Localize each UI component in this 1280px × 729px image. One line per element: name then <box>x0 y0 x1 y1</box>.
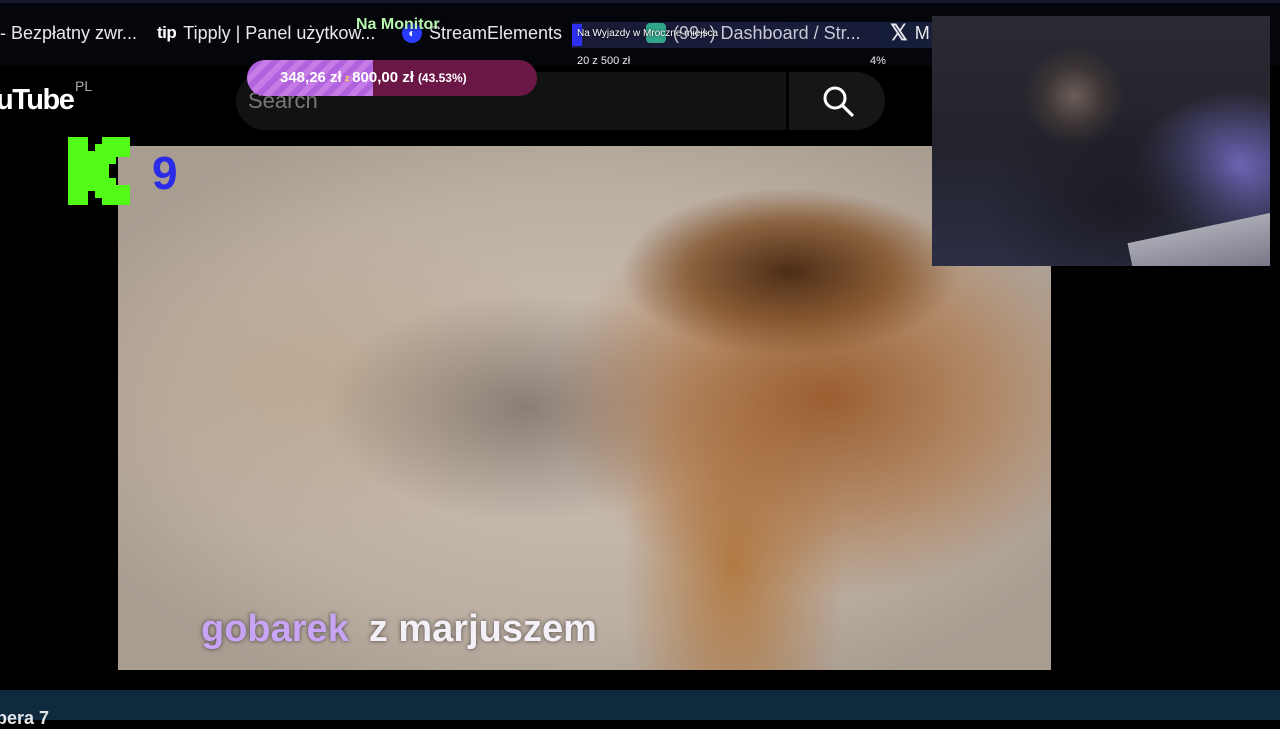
chat-caption: gobarek z marjuszem <box>201 608 597 651</box>
tab-bezplatny[interactable]: - Bezpłatny zwr... <box>0 20 137 46</box>
tab-tipply[interactable]: tip Tipply | Panel użytkow... <box>157 20 375 46</box>
x-logo-icon: 𝕏 <box>890 20 908 45</box>
tab-x[interactable]: 𝕏 M <box>890 20 930 46</box>
donation-target: 800,00 zł <box>352 69 414 86</box>
tab-label: M <box>914 22 930 43</box>
search-icon <box>823 86 854 117</box>
viewer-count: 9 <box>152 147 178 199</box>
webcam-desk <box>1127 210 1270 266</box>
tab-label: StreamElements <box>429 22 563 43</box>
chat-message: z marjuszem <box>368 608 597 650</box>
youtube-logo[interactable]: uTube <box>0 84 75 117</box>
youtube-region-label: PL <box>75 78 93 94</box>
bottom-panel-text: bera 7 <box>0 708 50 728</box>
trip-goal-title: Na Wyjazdy w Mroczne miejsca <box>577 28 719 39</box>
bottom-panel <box>0 690 1280 720</box>
video-player[interactable] <box>118 146 1051 670</box>
tipply-icon: tip <box>157 23 177 42</box>
search-button[interactable] <box>789 72 885 130</box>
donation-percent: (43.53%) <box>417 71 467 85</box>
chat-username: gobarek <box>201 608 349 650</box>
trip-goal-percent: 4% <box>870 55 886 67</box>
donation-goal-text: 348,26 zł z 800,00 zł (43.53%) <box>280 69 467 86</box>
trip-goal-progress: 20 z 500 zł <box>577 55 631 67</box>
donation-current: 348,26 zł <box>280 69 342 86</box>
monitor-goal-title: Na Monitor <box>356 16 440 33</box>
webcam-feed <box>932 16 1270 266</box>
tab-label: - Bezpłatny zwr... <box>0 22 138 43</box>
donation-z-mark: z <box>344 73 350 84</box>
kick-logo-icon <box>68 137 130 205</box>
tab-label: Tipply | Panel użytkow... <box>183 22 376 43</box>
